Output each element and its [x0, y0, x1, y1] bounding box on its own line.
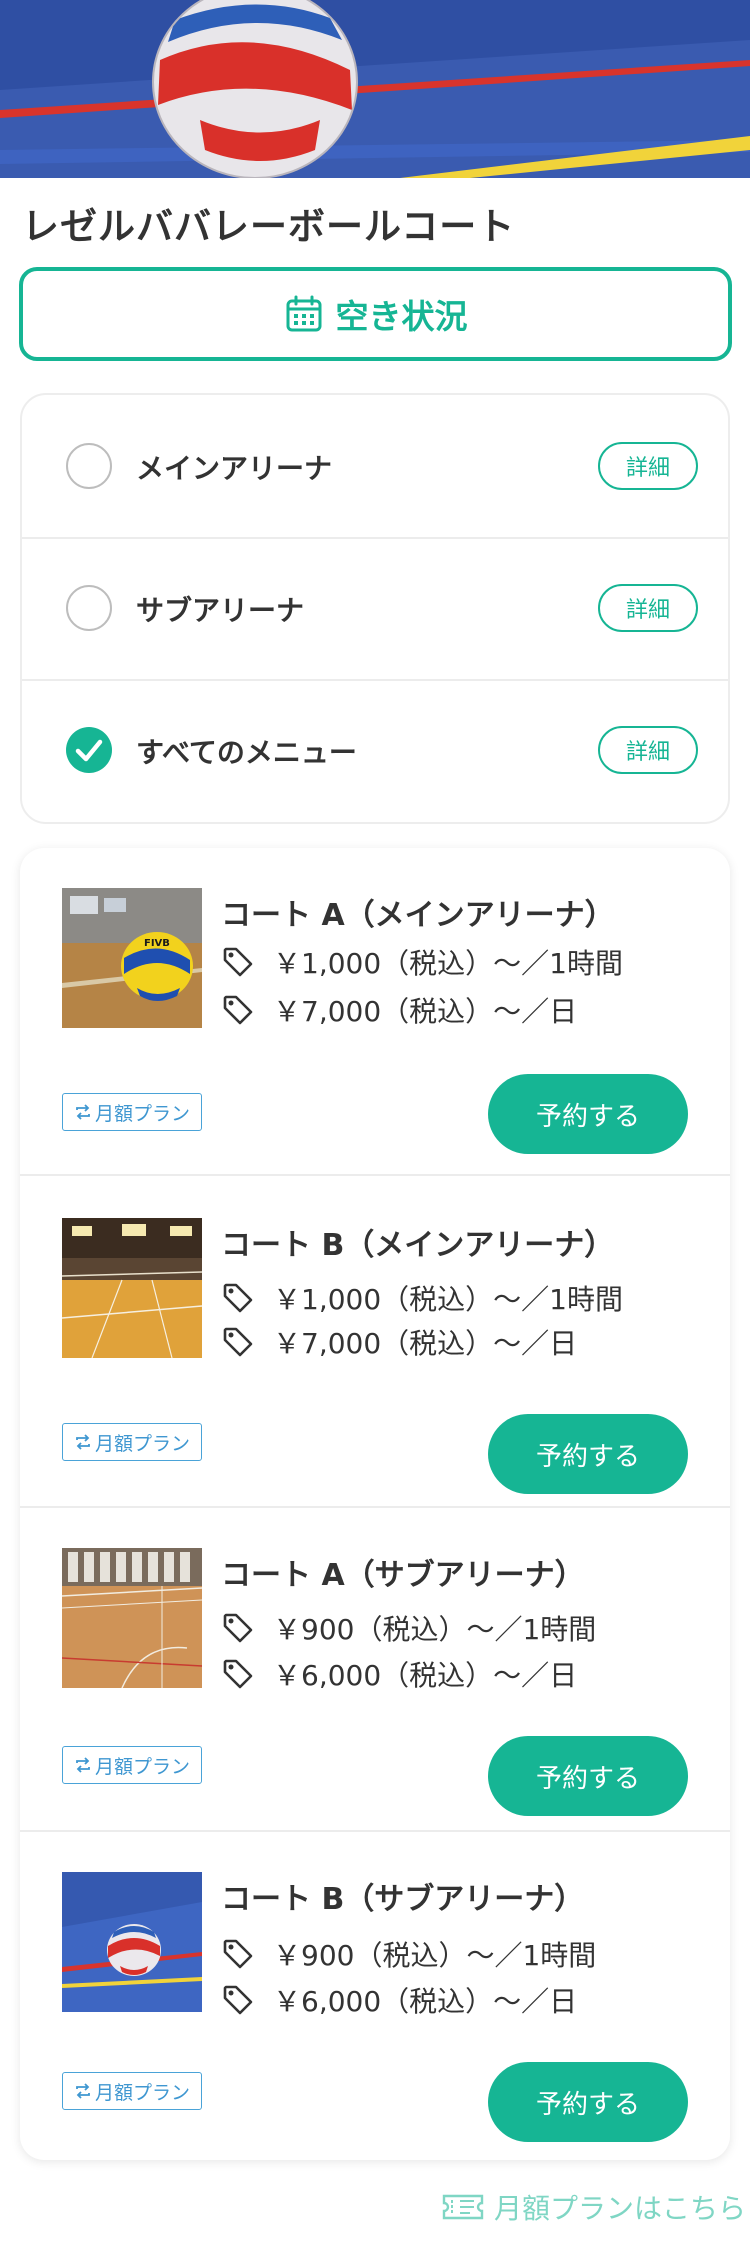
- price-tag-icon: [221, 1937, 255, 1971]
- court-thumbnail: FIVB: [62, 888, 202, 1028]
- filter-label: メインアリーナ: [136, 452, 333, 485]
- monthly-plan-badge-label: 月額プラン: [94, 2081, 190, 2104]
- reserve-button[interactable]: 予約する: [488, 1736, 688, 1816]
- availability-button-label: 空き状況: [335, 297, 468, 336]
- price-text: ￥6,000（税込）〜／日: [273, 1985, 578, 2018]
- check-icon: [75, 739, 103, 762]
- calendar-icon: [284, 294, 324, 334]
- court-list: FIVB コート A（メインアリーナ） ￥1,000（税込）〜／1時間 ￥7,0…: [20, 848, 730, 2160]
- filter-item-all-menus[interactable]: すべてのメニュー 詳細: [22, 679, 728, 821]
- price-tag-icon: [221, 945, 255, 979]
- court-item: コート B（メインアリーナ） ￥1,000（税込）〜／1時間 ￥7,000（税込…: [20, 1176, 730, 1508]
- price-daily: ￥6,000（税込）〜／日: [221, 1980, 577, 2020]
- radio-unchecked[interactable]: [66, 585, 112, 631]
- filter-item-sub-arena[interactable]: サブアリーナ 詳細: [22, 537, 728, 679]
- price-text: ￥7,000（税込）〜／日: [273, 995, 578, 1028]
- filter-label: サブアリーナ: [136, 594, 305, 627]
- radio-checked[interactable]: [66, 727, 112, 773]
- monthly-plan-badge: 月額プラン: [62, 1093, 202, 1131]
- repeat-icon: [74, 1756, 92, 1774]
- reserve-button[interactable]: 予約する: [488, 1414, 688, 1494]
- court-item: FIVB コート A（メインアリーナ） ￥1,000（税込）〜／1時間 ￥7,0…: [20, 848, 730, 1176]
- price-tag-icon: [221, 1281, 255, 1315]
- court-item: コート B（サブアリーナ） ￥900（税込）〜／1時間 ￥6,000（税込）〜／…: [20, 1832, 730, 2160]
- price-text: ￥900（税込）〜／1時間: [273, 1939, 597, 1972]
- monthly-plan-badge: 月額プラン: [62, 2072, 202, 2110]
- court-thumbnail: [62, 1872, 202, 2012]
- court-name: コート A（メインアリーナ）: [221, 898, 615, 933]
- price-text: ￥1,000（税込）〜／1時間: [273, 947, 623, 980]
- court-thumbnail: [62, 1218, 202, 1358]
- court-name: コート A（サブアリーナ）: [221, 1558, 585, 1593]
- detail-button[interactable]: 詳細: [598, 726, 698, 774]
- detail-button[interactable]: 詳細: [598, 584, 698, 632]
- monthly-plan-link-label: 月額プランはこちら: [494, 2192, 747, 2225]
- monthly-plan-badge-label: 月額プラン: [94, 1102, 190, 1125]
- price-hourly: ￥1,000（税込）〜／1時間: [221, 942, 623, 982]
- court-item: コート A（サブアリーナ） ￥900（税込）〜／1時間 ￥6,000（税込）〜／…: [20, 1508, 730, 1832]
- price-text: ￥7,000（税込）〜／日: [273, 1327, 578, 1360]
- price-tag-icon: [221, 993, 255, 1027]
- monthly-plan-badge-label: 月額プラン: [94, 1432, 190, 1455]
- price-text: ￥6,000（税込）〜／日: [273, 1659, 578, 1692]
- price-tag-icon: [221, 1657, 255, 1691]
- price-daily: ￥7,000（税込）〜／日: [221, 1322, 577, 1362]
- monthly-plan-badge-label: 月額プラン: [94, 1755, 190, 1778]
- repeat-icon: [74, 1103, 92, 1121]
- court-name: コート B（サブアリーナ）: [221, 1882, 585, 1917]
- svg-text:FIVB: FIVB: [144, 938, 170, 949]
- repeat-icon: [74, 2082, 92, 2100]
- price-daily: ￥6,000（税込）〜／日: [221, 1654, 577, 1694]
- price-text: ￥900（税込）〜／1時間: [273, 1613, 597, 1646]
- page-title: レゼルババレーボールコート: [22, 205, 516, 248]
- reserve-button[interactable]: 予約する: [488, 2062, 688, 2142]
- price-hourly: ￥1,000（税込）〜／1時間: [221, 1278, 623, 1318]
- price-daily: ￥7,000（税込）〜／日: [221, 990, 577, 1030]
- radio-unchecked[interactable]: [66, 443, 112, 489]
- filter-item-main-arena[interactable]: メインアリーナ 詳細: [22, 395, 728, 537]
- detail-button[interactable]: 詳細: [598, 442, 698, 490]
- price-tag-icon: [221, 1983, 255, 2017]
- monthly-plan-badge: 月額プラン: [62, 1423, 202, 1461]
- filter-label: すべてのメニュー: [136, 736, 357, 769]
- repeat-icon: [74, 1433, 92, 1451]
- price-tag-icon: [221, 1325, 255, 1359]
- menu-filter-list: メインアリーナ 詳細 サブアリーナ 詳細 すべてのメニュー 詳細: [20, 393, 730, 824]
- hero-image: [0, 0, 750, 178]
- availability-button[interactable]: 空き状況: [19, 267, 732, 361]
- price-tag-icon: [221, 1611, 255, 1645]
- court-thumbnail: [62, 1548, 202, 1688]
- ticket-icon: [438, 2182, 488, 2232]
- reserve-button[interactable]: 予約する: [488, 1074, 688, 1154]
- price-text: ￥1,000（税込）〜／1時間: [273, 1283, 623, 1316]
- monthly-plan-link[interactable]: 月額プランはこちら: [438, 2182, 746, 2232]
- court-name: コート B（メインアリーナ）: [221, 1228, 615, 1263]
- price-hourly: ￥900（税込）〜／1時間: [221, 1934, 596, 1974]
- monthly-plan-badge: 月額プラン: [62, 1746, 202, 1784]
- price-hourly: ￥900（税込）〜／1時間: [221, 1608, 596, 1648]
